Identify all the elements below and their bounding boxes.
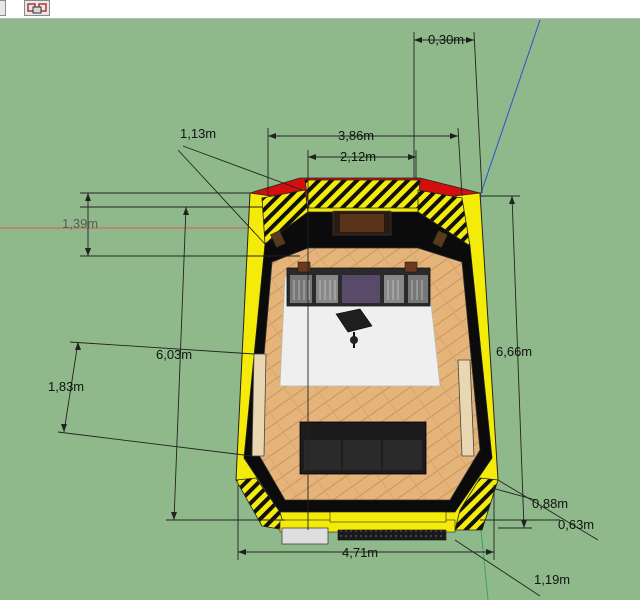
side-panel-left [251,353,267,457]
dimension-label-bulkhead-width: 2,12m [340,149,377,164]
dimension-label-top-offset: 0,30m [428,32,465,47]
blue-axis [479,19,541,197]
dimension-label-inner-length: 6,03m [156,347,193,362]
dimension-label-rear-diagonal: 1,19m [534,572,571,587]
artwork-inner [340,214,384,232]
nearfield-monitor-right [404,261,418,273]
green-axis [479,519,489,600]
dimension-label-front-depth: 1,39m [62,216,99,231]
dimension-label-rear-width: 4,71m [342,545,379,560]
chair-hub [350,336,358,344]
dimension-label-rear-trap-b: 0,63m [558,517,595,532]
rear-diffuser [337,529,447,541]
rear-shelf [329,511,447,523]
dimension-label-rear-trap-a: 0,88m [532,496,569,511]
dimension-label-corner-diagonal: 1,13m [180,126,217,141]
dimension-label-front-width: 3,86m [338,128,375,143]
dimension-label-panel-length: 1,83m [48,379,85,394]
couch-seat [304,440,422,470]
dimension-label-outer-length: 6,66m [496,344,533,359]
door [281,527,329,545]
front-bulkhead [304,179,421,209]
